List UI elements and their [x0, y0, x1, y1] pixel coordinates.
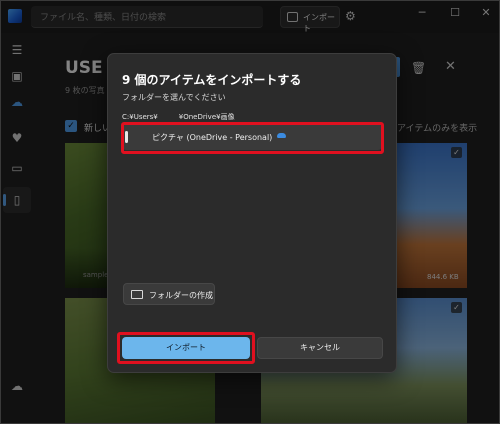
create-folder-button[interactable]: フォルダーの作成	[123, 283, 215, 305]
folder-path: C:¥Users¥ ¥OneDrive¥画像	[122, 113, 235, 121]
dialog-subtitle: フォルダーを選んでください	[122, 93, 226, 102]
photos-app-window: ファイル名、種類、日付の検索 インポート ⚙ ─ ☐ ✕ ☰ ▣ ☁ ♥ ▭ ▯…	[0, 0, 500, 424]
cancel-button[interactable]: キャンセル	[257, 337, 383, 359]
new-folder-icon	[131, 290, 143, 299]
dialog-title: 9 個のアイテムをインポートする	[122, 73, 302, 87]
import-dialog: 9 個のアイテムをインポートする フォルダーを選んでください C:¥Users¥…	[107, 53, 397, 373]
highlight-folder-box	[121, 122, 384, 154]
highlight-import-box	[117, 332, 255, 364]
create-folder-label: フォルダーの作成	[149, 291, 213, 300]
